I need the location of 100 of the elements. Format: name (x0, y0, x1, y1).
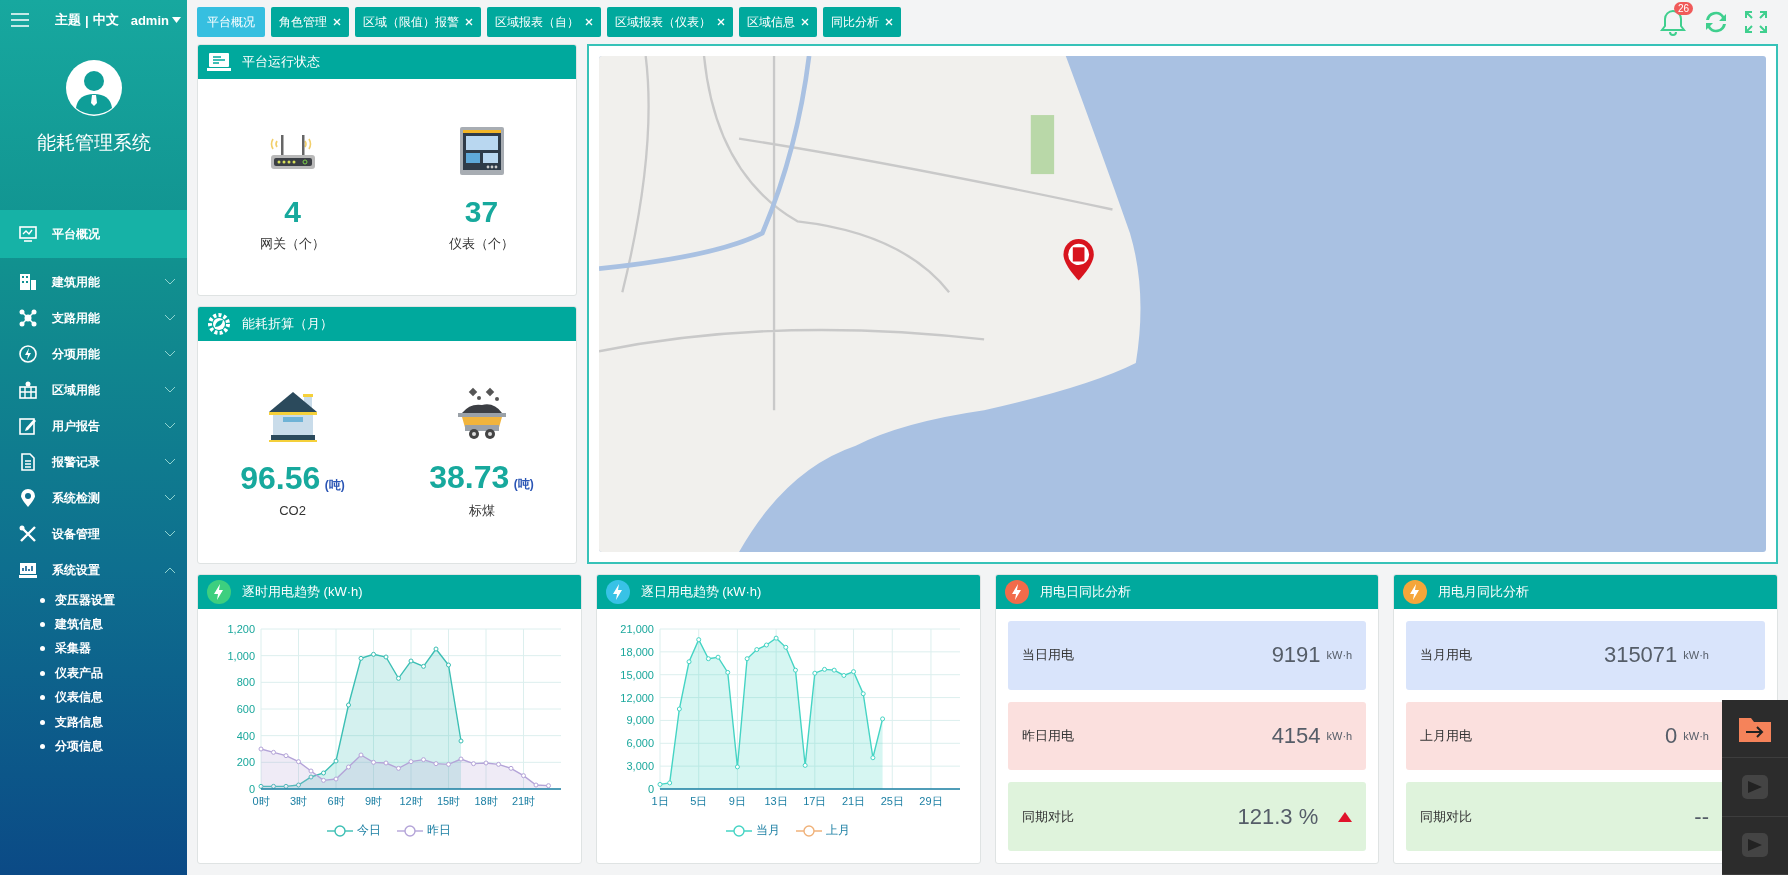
document-icon (18, 452, 38, 472)
close-icon[interactable] (801, 18, 809, 26)
stat-value: 38.73 (429, 458, 510, 495)
tab[interactable]: 区域报表（仪表） (607, 7, 733, 37)
lightning-icon (1402, 579, 1429, 605)
data-point (783, 644, 789, 650)
menu-item[interactable]: 区域用能 (0, 372, 187, 408)
data-point (521, 773, 527, 779)
tab[interactable]: 区域信息 (739, 7, 817, 37)
data-point (860, 691, 866, 697)
language-link[interactable]: 中文 (92, 11, 119, 29)
axis-label: 0时 (252, 795, 270, 807)
data-point (496, 761, 502, 767)
data-point (296, 782, 302, 788)
user-menu[interactable]: admin (130, 12, 181, 28)
submenu-item[interactable]: 仪表信息 (0, 685, 187, 710)
tab[interactable]: 角色管理 (271, 7, 349, 37)
axis-label: 1日 (651, 795, 669, 807)
submenu-item[interactable]: 仪表产品 (0, 661, 187, 686)
close-icon[interactable] (333, 18, 341, 26)
notification-badge: 26 (1674, 2, 1694, 15)
submenu-item[interactable]: 支路信息 (0, 709, 187, 735)
stat-value: 4154 (1271, 723, 1321, 749)
menu-item[interactable]: 平台概况 (0, 210, 187, 258)
menu-item[interactable]: 系统检测 (0, 480, 187, 516)
fullscreen-icon[interactable] (1744, 10, 1768, 34)
legend-marker-icon (726, 824, 753, 837)
axis-label: 3时 (290, 795, 308, 807)
axis-label: 5日 (690, 795, 708, 807)
axis-label: 17日 (803, 795, 827, 807)
submenu-item[interactable]: 建筑信息 (0, 612, 187, 637)
data-point (371, 759, 377, 765)
edit-icon (18, 416, 38, 436)
axis-label: 15时 (437, 795, 461, 807)
tab[interactable]: 同比分析 (823, 7, 901, 37)
network-icon (18, 308, 38, 328)
data-point (258, 783, 264, 789)
data-point (358, 752, 364, 758)
separator-text: | (85, 12, 89, 28)
stat-label: 上月用电 (1420, 727, 1474, 745)
building-icon (18, 272, 38, 292)
caret-icon (172, 17, 181, 23)
tab[interactable]: 区域（限值）报警 (355, 7, 481, 37)
data-point (677, 706, 682, 712)
unit-label: kW·h (1326, 730, 1353, 742)
tab[interactable]: 区域报表（自） (487, 7, 601, 37)
submenu-item[interactable]: 变压器设置 (0, 588, 187, 613)
stat-label: CO2 (279, 503, 306, 518)
menu-item[interactable]: 支路用能 (0, 300, 187, 336)
menu-item[interactable]: 用户报告 (0, 408, 187, 444)
data-point (271, 749, 277, 755)
data-point (258, 746, 264, 752)
gear-leaf-icon (206, 311, 232, 337)
stat-value: 0 (1665, 723, 1678, 749)
unit-label: (吨) (513, 476, 534, 491)
data-point (667, 780, 673, 786)
lightning-icon (604, 579, 631, 605)
legend-label: 今日 (357, 822, 382, 839)
stat-value: 9191 (1271, 642, 1321, 669)
menu-item[interactable]: 设备管理 (0, 516, 187, 552)
axis-label: 9时 (365, 795, 383, 807)
data-point (283, 783, 289, 789)
legend-label: 当月 (756, 822, 781, 839)
close-icon[interactable] (585, 18, 593, 26)
data-point (346, 764, 352, 770)
submenu-item[interactable]: 分项信息 (0, 734, 187, 759)
menu-item[interactable]: 报警记录 (0, 444, 187, 480)
data-point (841, 673, 847, 678)
stat-label: 当日用电 (1021, 646, 1075, 665)
unit-label: kW·h (1683, 730, 1709, 742)
data-point (812, 670, 818, 676)
axis-label: 15,000 (620, 668, 655, 681)
close-icon[interactable] (717, 18, 725, 26)
submenu-item[interactable]: 采集器 (0, 636, 187, 662)
lightning-icon (1003, 579, 1030, 605)
data-point (802, 762, 808, 768)
axis-label: 18时 (474, 795, 498, 807)
theme-link[interactable]: 主题 (55, 11, 82, 29)
close-icon[interactable] (885, 18, 893, 26)
tab[interactable]: 平台概况 (197, 7, 265, 37)
axis-label: 200 (237, 756, 256, 769)
data-point (831, 667, 837, 673)
card-title: 能耗折算（月） (242, 315, 333, 333)
data-point (715, 654, 721, 660)
legend-label: 上月 (826, 822, 851, 839)
data-point (773, 635, 779, 641)
data-point (533, 782, 539, 788)
menu-item[interactable]: 分项用能 (0, 336, 187, 372)
data-point (754, 647, 760, 653)
menu-icon[interactable] (10, 12, 30, 28)
axis-label: 600 (237, 703, 256, 715)
legend-marker-icon (796, 824, 823, 837)
menu-item[interactable]: 建筑用能 (0, 264, 187, 300)
axis-label: 400 (237, 729, 256, 742)
axis-label: 9日 (729, 795, 747, 807)
menu-item[interactable]: 系统设置 (0, 552, 187, 588)
data-point (408, 759, 414, 765)
unit-label: kW·h (1326, 649, 1353, 662)
data-point (333, 776, 339, 782)
close-icon[interactable] (465, 18, 473, 26)
